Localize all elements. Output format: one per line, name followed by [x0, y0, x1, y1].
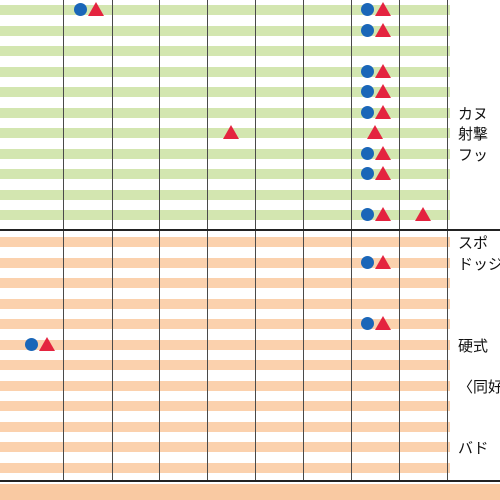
orange-section-stripe: [0, 380, 450, 391]
row-label: ドッジ: [458, 254, 500, 273]
column-divider: [207, 0, 208, 480]
column-divider: [63, 0, 64, 480]
bottom-band: [0, 484, 500, 500]
column-divider: [255, 0, 256, 480]
row-label: 〈同好: [458, 377, 500, 396]
orange-section-stripe: [0, 237, 450, 247]
orange-section-stripe: [0, 339, 450, 350]
triangle-mark: [223, 125, 239, 139]
section-divider: [0, 229, 500, 231]
circle-mark: [361, 146, 374, 160]
orange-section-stripe: [0, 442, 450, 452]
circle-mark: [361, 317, 374, 330]
triangle-mark: [375, 166, 391, 180]
circle-mark: [361, 23, 374, 37]
row-label: 硬式: [458, 336, 489, 355]
column-divider: [159, 0, 160, 480]
green-section-stripe: [0, 46, 450, 56]
circle-mark: [361, 255, 374, 269]
circle-mark: [361, 64, 374, 78]
circle-mark: [361, 3, 374, 16]
triangle-mark: [39, 336, 55, 351]
circle-mark: [361, 85, 374, 98]
circle-mark: [361, 167, 374, 180]
triangle-mark: [367, 125, 383, 139]
row-label: バド: [458, 439, 489, 457]
circle-mark: [73, 3, 87, 16]
triangle-mark: [375, 254, 391, 269]
triangle-mark: [375, 22, 391, 37]
orange-section-stripe: [0, 401, 450, 411]
row-label: カヌ: [458, 104, 489, 123]
circle-mark: [361, 105, 374, 119]
circle-mark: [361, 208, 374, 221]
triangle-mark: [375, 84, 391, 98]
orange-section-stripe: [0, 421, 450, 432]
column-divider: [112, 0, 113, 480]
row-label: スポ: [458, 234, 489, 252]
triangle-mark: [375, 63, 391, 78]
triangle-mark: [375, 207, 391, 221]
orange-section-stripe: [0, 298, 450, 309]
column-divider: [303, 0, 304, 480]
triangle-mark: [375, 104, 391, 119]
schedule-grid: カヌ射撃フッスポドッジ硬式〈同好バド: [0, 0, 500, 500]
triangle-mark: [375, 2, 391, 16]
row-label: フッ: [458, 145, 489, 164]
column-divider: [447, 0, 448, 480]
triangle-mark: [375, 145, 391, 160]
footer-divider: [0, 480, 500, 482]
column-divider: [351, 0, 352, 480]
triangle-mark: [415, 207, 431, 221]
orange-section-stripe: [0, 360, 450, 370]
column-divider: [399, 0, 400, 480]
orange-section-stripe: [0, 462, 450, 473]
circle-mark: [25, 337, 38, 351]
row-label: 射撃: [458, 125, 489, 143]
triangle-mark: [87, 2, 104, 16]
green-section-stripe: [0, 189, 450, 200]
triangle-mark: [375, 316, 391, 330]
orange-section-stripe: [0, 278, 450, 288]
